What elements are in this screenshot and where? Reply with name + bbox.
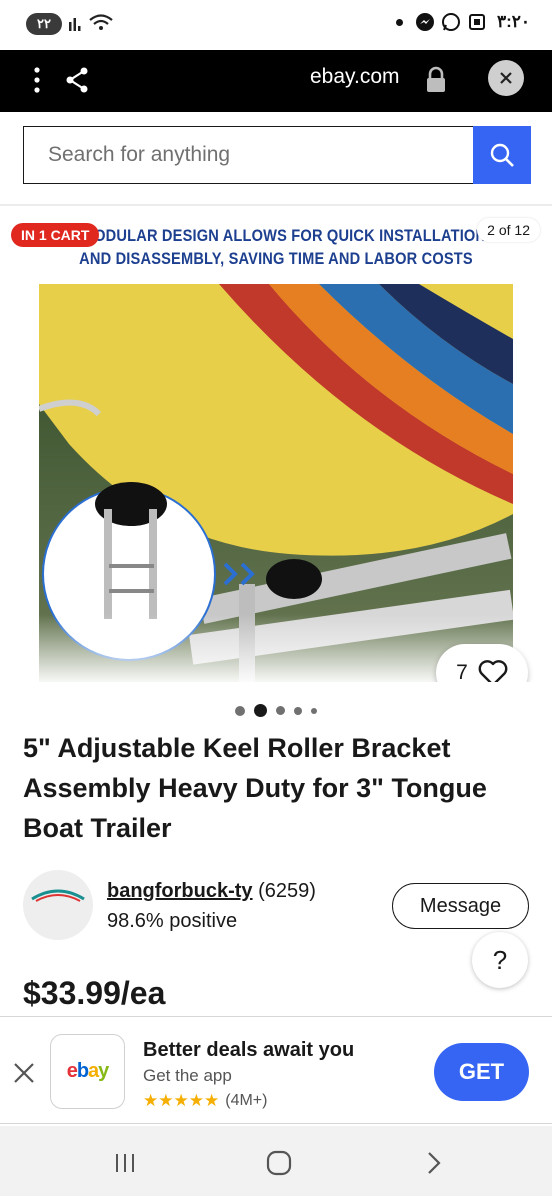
seller-avatar[interactable]	[23, 870, 93, 940]
share-icon[interactable]	[64, 66, 90, 94]
product-image[interactable]	[39, 284, 513, 682]
message-button[interactable]: Message	[392, 883, 529, 929]
star-icon: ★	[173, 1091, 189, 1110]
close-banner-icon[interactable]	[12, 1061, 36, 1085]
search-bar	[23, 126, 531, 184]
app-banner-title: Better deals await you	[143, 1039, 355, 1061]
search-icon	[490, 143, 514, 167]
watch-button[interactable]: 7	[436, 644, 528, 682]
pagination-dot[interactable]	[276, 706, 285, 715]
whatsapp-icon	[441, 13, 460, 31]
star-icon: ★	[158, 1091, 174, 1110]
lock-icon[interactable]	[425, 66, 447, 94]
ebay-app-icon[interactable]: ebay	[50, 1034, 125, 1109]
heart-icon	[478, 660, 508, 682]
star-icon: ★	[204, 1091, 220, 1110]
in-cart-badge: IN 1 CART	[11, 223, 100, 247]
app-banner-subtitle: Get the app	[143, 1066, 232, 1085]
seller-name[interactable]: bangforbuck-ty	[107, 880, 253, 902]
clock: ٣:٢٠	[496, 12, 530, 31]
status-bar: ٢٢ ٣:٢٠	[0, 0, 552, 50]
price: $33.99/ea	[23, 975, 166, 1011]
notification-dot-icon	[395, 18, 403, 26]
screen: ٢٢ ٣:٢٠ ebay.com Search for anything MOD…	[0, 0, 552, 1196]
recent-apps-icon[interactable]	[112, 1150, 138, 1176]
search-input[interactable]	[23, 126, 473, 184]
star-rating: ★★★★★	[143, 1091, 219, 1111]
product-title: 5" Adjustable Keel Roller Bracket Assemb…	[23, 733, 487, 843]
seller-logo	[31, 889, 85, 902]
image-counter: 2 of 12	[477, 218, 540, 242]
search-button[interactable]	[473, 126, 531, 184]
app-rating: ★★★★★ (4M+)	[143, 1091, 267, 1111]
image-caption-line-1: MODULAR DESIGN ALLOWS FOR QUICK INSTALLA…	[81, 226, 487, 245]
star-icon: ★	[143, 1091, 159, 1110]
system-nav-bar	[0, 1126, 552, 1196]
close-tab-button[interactable]	[488, 60, 524, 96]
rating-count: (4M+)	[225, 1092, 268, 1109]
status-right: ٣:٢٠	[395, 12, 530, 32]
sim-badge: ٢٢	[26, 13, 62, 35]
watch-count: 7	[456, 661, 468, 682]
back-icon[interactable]	[422, 1150, 446, 1176]
pagination-dot-active[interactable]	[254, 704, 267, 717]
ebay-logo: ebay	[66, 1060, 110, 1082]
seller-positive: 98.6% positive	[107, 910, 238, 932]
image-pagination[interactable]	[0, 704, 552, 717]
messenger-icon	[415, 13, 434, 31]
wifi-icon	[89, 14, 113, 30]
help-button[interactable]: ?	[472, 932, 528, 988]
signal-icon	[69, 18, 81, 31]
home-icon[interactable]	[265, 1150, 293, 1176]
seller-name-line[interactable]: bangforbuck-ty (6259)	[107, 880, 316, 903]
image-gallery[interactable]: MODULAR DESIGN ALLOWS FOR QUICK INSTALLA…	[0, 206, 552, 682]
close-icon	[500, 72, 512, 84]
seller-feedback-count: (6259)	[258, 880, 316, 902]
browser-toolbar: ebay.com	[0, 50, 552, 112]
url-text[interactable]: ebay.com	[310, 64, 400, 90]
pagination-dot[interactable]	[311, 707, 317, 714]
image-caption-line-2: AND DISASSEMBLY, SAVING TIME AND LABOR C…	[79, 249, 473, 268]
pagination-dot[interactable]	[294, 706, 302, 715]
star-icon: ★	[188, 1091, 204, 1110]
menu-dots-icon[interactable]	[28, 64, 46, 96]
screenshot-icon	[468, 14, 485, 30]
get-app-button[interactable]: GET	[434, 1043, 529, 1101]
pagination-dot[interactable]	[235, 705, 245, 716]
app-install-banner: ebay Better deals await you Get the app …	[0, 1016, 552, 1124]
